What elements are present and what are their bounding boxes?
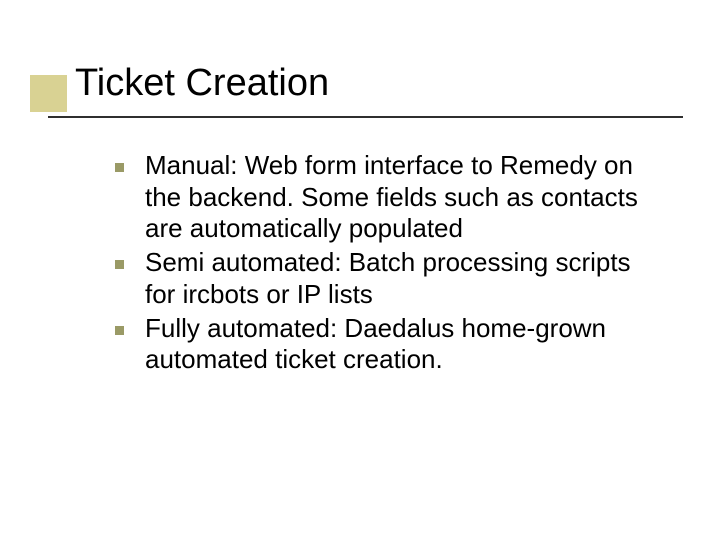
accent-square (30, 75, 67, 112)
list-item: Manual: Web form interface to Remedy on … (115, 150, 660, 245)
slide: Ticket Creation Manual: Web form interfa… (0, 0, 720, 540)
list-item: Fully automated: Daedalus home-grown aut… (115, 313, 660, 376)
list-item-text: Semi automated: Batch processing scripts… (145, 247, 631, 309)
list-item: Semi automated: Batch processing scripts… (115, 247, 660, 310)
list-item-text: Fully automated: Daedalus home-grown aut… (145, 313, 606, 375)
title-area: Ticket Creation (75, 62, 680, 106)
square-bullet-icon (115, 260, 124, 269)
body-area: Manual: Web form interface to Remedy on … (115, 150, 660, 378)
square-bullet-icon (115, 163, 124, 172)
slide-title: Ticket Creation (75, 62, 680, 106)
square-bullet-icon (115, 326, 124, 335)
list-item-text: Manual: Web form interface to Remedy on … (145, 150, 638, 243)
bullet-list: Manual: Web form interface to Remedy on … (115, 150, 660, 376)
title-underline (48, 116, 683, 118)
